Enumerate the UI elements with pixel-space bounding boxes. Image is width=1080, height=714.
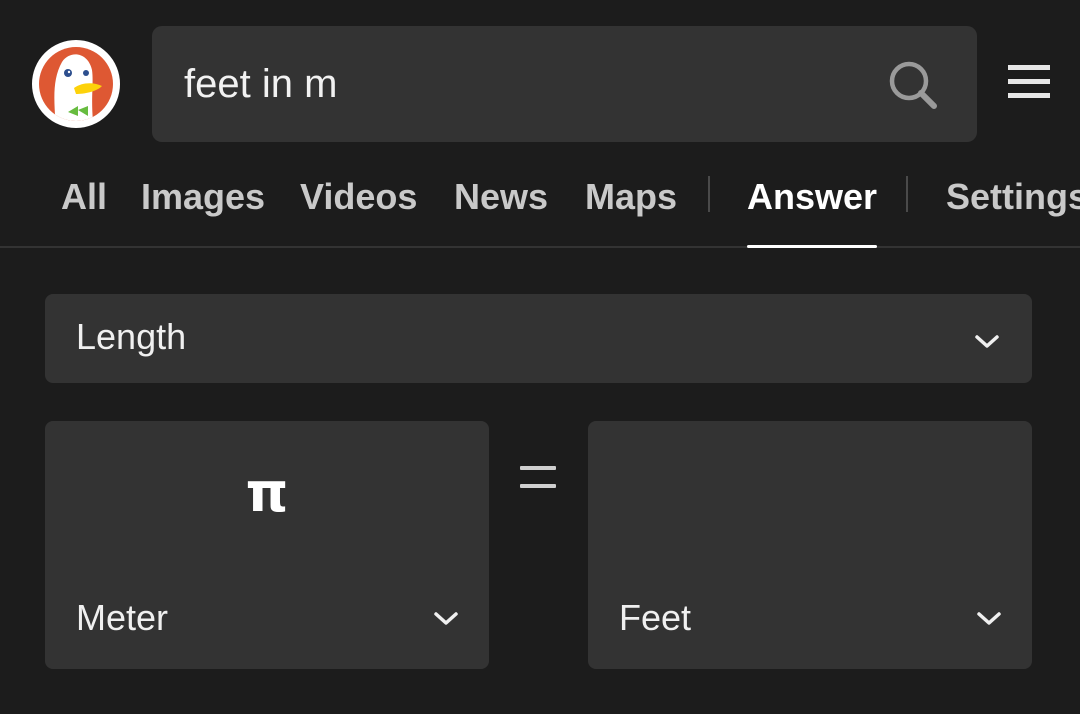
tab-settings[interactable]: Settings [946,174,1080,234]
tab-answer[interactable]: Answer [747,174,878,248]
search-input[interactable] [184,26,864,142]
chevron-down-icon[interactable] [433,611,459,627]
page: All Images Videos News Maps Answer Setti… [0,0,1080,714]
tab-divider [906,176,908,212]
chevron-down-icon[interactable] [976,611,1002,627]
tab-news[interactable]: News [454,174,548,234]
duckduckgo-logo[interactable] [32,40,120,128]
from-unit-panel[interactable]: π Meter [45,421,489,669]
search-tabs: All Images Videos News Maps Answer Setti… [0,160,1080,248]
equals-sign [520,466,556,494]
tab-divider [708,176,710,212]
unit-category-label: Length [76,316,187,357]
tab-all[interactable]: All [61,174,107,234]
hamburger-menu-icon[interactable] [1008,64,1050,100]
duck-logo-icon [32,40,120,128]
search-icon[interactable] [887,59,939,111]
from-value[interactable]: π [45,461,489,524]
tab-images[interactable]: Images [141,174,265,234]
chevron-down-icon [975,335,999,348]
unit-category-select[interactable]: Length [45,294,1032,383]
tab-maps[interactable]: Maps [585,174,677,234]
search-box [152,26,977,142]
from-unit-label: Meter [76,597,169,638]
to-unit-panel[interactable]: Feet [588,421,1032,669]
tab-videos[interactable]: Videos [300,174,417,234]
to-unit-label: Feet [619,597,692,638]
